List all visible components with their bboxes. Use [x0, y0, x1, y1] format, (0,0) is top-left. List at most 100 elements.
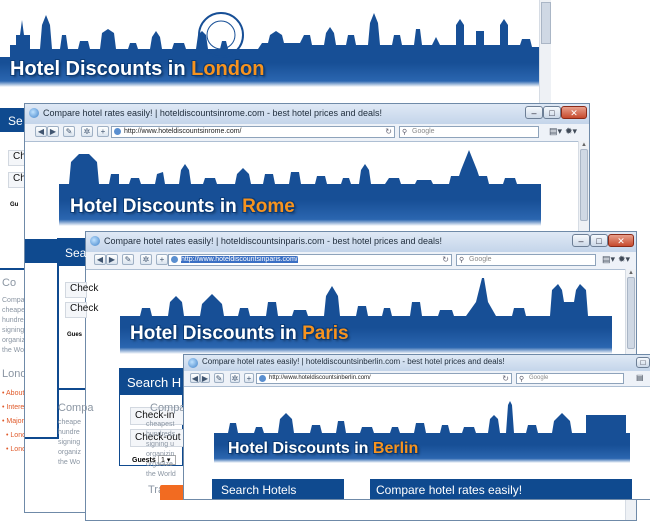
extension-icon[interactable]: ✎ — [122, 254, 134, 265]
page-icon[interactable]: ▤▾ — [602, 254, 615, 265]
text-line: organiz — [58, 449, 81, 456]
search-box[interactable]: ⚲ Google — [456, 254, 596, 266]
globe-icon — [188, 358, 198, 368]
berlin-search-panel-header: Search Hotels — [212, 479, 344, 499]
background-scrollbar[interactable] — [539, 0, 551, 110]
text-line: signing u — [146, 441, 175, 448]
search-panel-title: Sea — [65, 246, 87, 260]
text-line: the Wo — [2, 347, 25, 354]
new-tab-button[interactable]: + — [97, 126, 109, 137]
london-banner-title: Hotel Discounts in London — [10, 58, 264, 81]
reload-icon[interactable]: ↻ — [385, 127, 392, 137]
text-line: hundreds — [146, 431, 176, 438]
address-bar[interactable]: http://www.hoteldiscountsinparis.com/ ↻ — [168, 254, 452, 266]
search-placeholder: Google — [412, 128, 435, 135]
search-icon: ⚲ — [459, 257, 465, 264]
search-panel-title: Search H — [127, 375, 182, 390]
gear-icon[interactable]: ✹▾ — [618, 254, 630, 265]
text-line: organize — [146, 461, 173, 468]
window-title: Compare hotel rates easily! | hoteldisco… — [43, 108, 383, 118]
url-text: http://www.hoteldiscountsinrome.com/ — [124, 128, 242, 135]
search-icon: ⚲ — [519, 376, 525, 383]
page-icon[interactable]: ▤▾ — [549, 126, 562, 137]
text-line: the Wo — [58, 459, 81, 466]
text-line: Compa — [2, 297, 25, 304]
close-button[interactable]: ✕ — [561, 106, 587, 119]
minimize-button[interactable]: – — [572, 234, 590, 247]
page-icon[interactable]: ▤ — [636, 373, 644, 382]
new-tab-button[interactable]: + — [156, 254, 168, 265]
gear-icon[interactable]: ✹▾ — [565, 126, 577, 137]
back-arrow-icon[interactable]: ◀ — [35, 126, 47, 137]
compare-panel-title: Compare hotel rates easily! — [376, 483, 523, 497]
search-placeholder: Google — [469, 256, 492, 263]
tabs-icon[interactable]: ✲ — [230, 373, 240, 383]
text-line: cheape — [2, 307, 25, 314]
navigation-bar: ◀ ▶ ✎ ✲ + http://www.hoteldiscountsinpar… — [86, 252, 636, 270]
link-major[interactable]: • Major — [2, 418, 24, 425]
search-placeholder: Google — [529, 375, 549, 381]
close-button[interactable]: ✕ — [608, 234, 634, 247]
maximize-button[interactable]: □ — [636, 357, 650, 368]
address-bar[interactable]: http://www.hoteldiscountsinberlin.com/ ↻ — [256, 373, 512, 384]
extension-icon[interactable]: ✎ — [214, 373, 224, 383]
search-box[interactable]: ⚲ Google — [399, 126, 539, 138]
search-panel-title: Se — [8, 114, 23, 128]
banner-title-prefix: Hotel Discounts in — [10, 58, 192, 80]
text-line: hundre — [58, 429, 80, 436]
checkout-field[interactable]: Check — [65, 302, 98, 318]
reload-icon[interactable]: ↻ — [442, 255, 449, 265]
browser-window-berlin: Compare hotel rates easily! | hoteldisco… — [183, 354, 650, 500]
search-icon: ⚲ — [402, 129, 408, 136]
text-line: the World — [146, 471, 176, 478]
banner-title-city: Paris — [302, 323, 349, 344]
back-arrow-icon[interactable]: ◀ — [94, 254, 106, 265]
rome-banner-title: Hotel Discounts in Rome — [70, 196, 295, 218]
navigation-bar: ◀ ▶ ✎ ✲ + http://www.hoteldiscountsinrom… — [25, 124, 589, 142]
site-icon — [259, 375, 266, 382]
site-icon — [114, 128, 121, 135]
banner-title-city: Berlin — [372, 440, 419, 457]
search-panel-title: Search Hotels — [221, 483, 297, 497]
paris-search-button[interactable] — [160, 485, 184, 500]
minimize-button[interactable]: – — [525, 106, 543, 119]
back-arrow-icon[interactable]: ◀ — [190, 373, 200, 383]
text-line: hundre — [2, 317, 24, 324]
title-bar: Compare hotel rates easily! | hoteldisco… — [184, 355, 650, 371]
forward-arrow-icon[interactable]: ▶ — [200, 373, 210, 383]
checkin-field[interactable]: Check — [65, 282, 98, 298]
background-compare-heading: Co — [2, 277, 17, 289]
link-interesting[interactable]: • Intere — [2, 404, 24, 411]
forward-arrow-icon[interactable]: ▶ — [106, 254, 118, 265]
text-line: organizin — [146, 451, 175, 458]
checkin-label: Check — [70, 283, 99, 294]
maximize-button[interactable]: □ — [590, 234, 608, 247]
text-line: signing — [2, 327, 25, 334]
rome-search-panel — [25, 239, 59, 439]
search-box[interactable]: ⚲ Google — [516, 373, 624, 384]
new-tab-button[interactable]: + — [244, 373, 254, 383]
text-line: organiz — [2, 337, 25, 344]
link-london-1[interactable]: • Lond — [6, 432, 26, 439]
reload-icon[interactable]: ↻ — [502, 374, 509, 383]
text-line: cheape — [58, 419, 81, 426]
forward-arrow-icon[interactable]: ▶ — [47, 126, 59, 137]
title-bar: Compare hotel rates easily! | hoteldisco… — [86, 232, 636, 252]
extension-icon[interactable]: ✎ — [63, 126, 75, 137]
background-london-heading: Lond — [2, 368, 27, 380]
paris-banner-title: Hotel Discounts in Paris — [130, 323, 349, 345]
site-icon — [171, 256, 178, 263]
rome-left-content: Sea Check Check Gues — [57, 238, 98, 390]
tabs-icon[interactable]: ✲ — [81, 126, 93, 137]
link-london-2[interactable]: • Lond — [6, 446, 26, 453]
tabs-icon[interactable]: ✲ — [140, 254, 152, 265]
globe-icon — [90, 236, 100, 246]
checkout-label: Check — [70, 303, 99, 314]
berlin-banner-title: Hotel Discounts in Berlin — [228, 440, 418, 458]
link-about[interactable]: • About — [2, 390, 24, 397]
banner-title-prefix: Hotel Discounts in — [70, 196, 243, 217]
maximize-button[interactable]: □ — [543, 106, 561, 119]
address-bar[interactable]: http://www.hoteldiscountsinrome.com/ ↻ — [111, 126, 395, 138]
guests-label: Gues — [67, 332, 83, 338]
banner-title-prefix: Hotel Discounts in — [228, 440, 373, 457]
